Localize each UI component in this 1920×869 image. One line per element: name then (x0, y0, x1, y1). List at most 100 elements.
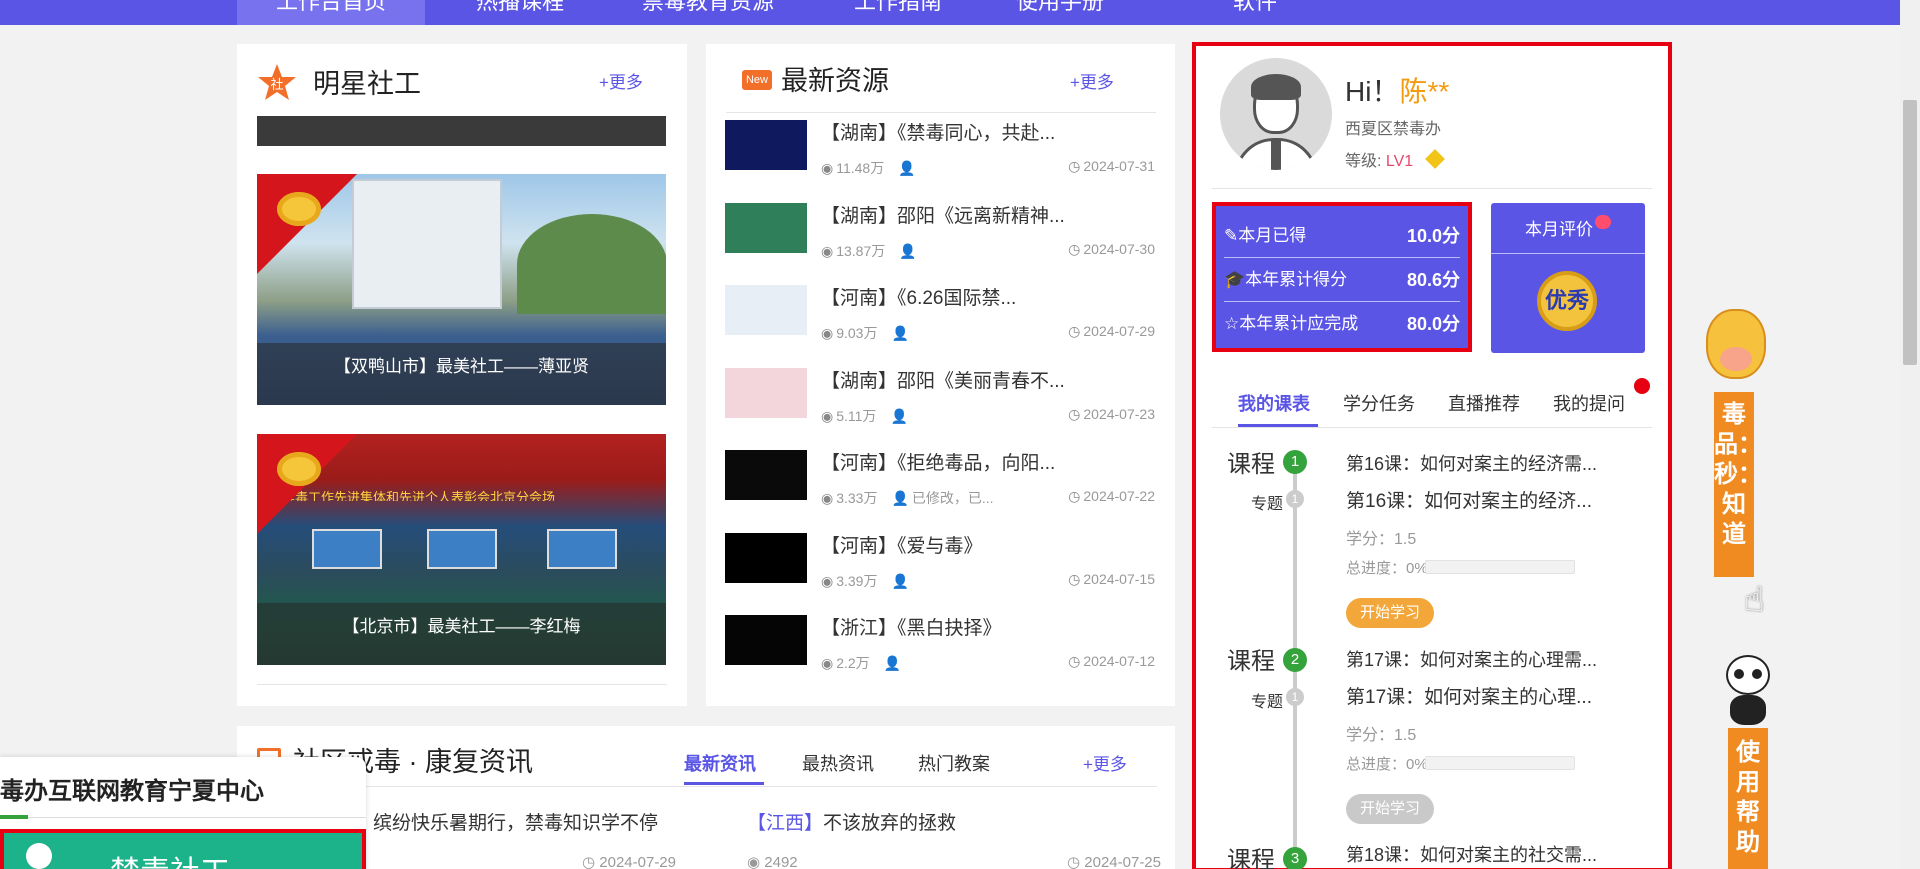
monthly-evaluation-box[interactable]: 本月评价 优秀 (1491, 203, 1645, 353)
resource-title[interactable]: 【湖南】邵阳《美丽青春不... (821, 366, 1065, 393)
resource-thumbnail[interactable] (725, 615, 807, 665)
lesson-title-full[interactable]: 第16课：如何对案主的经济... (1346, 486, 1592, 513)
community-more-link[interactable]: +更多 (1083, 750, 1127, 775)
resource-item[interactable]: 【河南】《拒绝毒品，向阳... ◉ 3.33万 👤 已修改，已... ◷ 2024-07-2… (725, 450, 1185, 532)
user-icon: 👤 (899, 242, 917, 259)
chat-bubble-icon (1595, 215, 1611, 229)
clock-icon: ◷ (1068, 405, 1081, 422)
start-learning-button[interactable]: 开始学习 (1346, 794, 1435, 824)
star-workers-more-link[interactable]: +更多 (599, 68, 643, 93)
resource-thumbnail[interactable] (725, 120, 807, 170)
divider (726, 112, 1156, 113)
resource-thumbnail[interactable] (725, 202, 807, 253)
user-icon: 👤 (891, 490, 909, 506)
resource-thumbnail[interactable] (725, 285, 807, 335)
nav-software[interactable]: 软件 (1215, 0, 1295, 25)
resource-date: ◷ 2024-07-23 (1068, 405, 1155, 422)
user-icon: 👤 (883, 655, 902, 671)
resource-meta: ◉ 3.33万 👤 已修改，已... (821, 490, 994, 506)
course-label: 课程 (1227, 847, 1275, 869)
tab-credit-tasks[interactable]: 学分任务 (1343, 390, 1415, 416)
tab-my-questions[interactable]: 我的提问 (1553, 390, 1625, 416)
clock-icon: ◷ (582, 854, 600, 869)
social-worker-button[interactable]: 禁毒社工 (0, 829, 366, 869)
resource-meta: ◉ 2.2万 👤 (821, 655, 902, 671)
new-badge-icon: New (742, 70, 772, 90)
profile-org: 西夏区禁毒办 (1345, 121, 1442, 138)
nav-home[interactable]: 工作台首页 (237, 0, 425, 25)
user-icon: 👤 (898, 160, 916, 176)
help-banner[interactable]: 使用帮助 (1728, 728, 1768, 869)
graduation-cap-icon: 🎓 (1224, 270, 1246, 289)
tab-hot-lessons[interactable]: 热门教案 (918, 750, 990, 776)
lesson-title[interactable]: 第17课：如何对案主的心理需... (1346, 646, 1597, 672)
clock-icon: ◷ (1068, 488, 1081, 504)
tree-shape (517, 214, 666, 314)
resource-item[interactable]: 【湖南】邵阳《远离新精神... ◉ 13.87万 👤 ◷ 2024-07-30 (725, 201, 1185, 285)
tab-my-schedule[interactable]: 我的课表 (1238, 390, 1310, 416)
photo-partial[interactable] (257, 116, 666, 146)
resource-title[interactable]: 【湖南】《禁毒同心，共赴... (821, 118, 1055, 145)
nav-education-resources[interactable]: 禁毒教育资源 (628, 0, 788, 25)
news-item-views: ◉ 2492 (747, 854, 798, 869)
clock-icon: ◷ (1068, 323, 1081, 339)
lesson-title[interactable]: 第18课：如何对案主的社交需... (1346, 841, 1597, 867)
resource-date: ◷ 2024-07-22 (1068, 488, 1155, 504)
cow-mascot-icon (1702, 295, 1770, 385)
page-scrollbar[interactable] (1900, 0, 1920, 869)
course-number: 2 (1283, 648, 1307, 672)
nav-work-guide[interactable]: 工作指南 (838, 0, 958, 25)
nav-hot-courses[interactable]: 热播课程 (460, 0, 580, 25)
resource-title[interactable]: 【河南】《拒绝毒品，向阳... (821, 448, 1055, 475)
photo-caption: 【北京市】最美社工——李红梅 (257, 603, 666, 665)
resource-thumbnail[interactable] (725, 532, 807, 583)
clock-icon: ◷ (1067, 854, 1085, 869)
resource-meta: ◉ 11.48万 👤 (821, 160, 916, 176)
drug-knowledge-banner[interactable]: 毒品：秒：知道 (1714, 392, 1762, 577)
star-worker-photo[interactable]: 【双鸭山市】最美社工——薄亚贤 (257, 174, 666, 405)
bow-decoration (277, 452, 321, 486)
latest-resources-more-link[interactable]: +更多 (1070, 68, 1114, 93)
tab-latest-news[interactable]: 最新资讯 (684, 750, 756, 776)
eye-icon: ◉ (821, 490, 834, 506)
resource-item[interactable]: 【河南】《6.26国际禁... ◉ 9.03万 👤 ◷ 2024-07-29 (725, 285, 1185, 367)
resource-date: ◷ 2024-07-31 (1068, 158, 1155, 174)
stat-row: ☆本年累计应完成 80.0分 (1224, 314, 1460, 334)
resource-meta: ◉ 5.11万 👤 (821, 407, 908, 424)
tab-underline (684, 782, 764, 785)
resource-title[interactable]: 【湖南】邵阳《远离新精神... (821, 201, 1065, 228)
resource-item[interactable]: 【浙江】《黑白抉择》 ◉ 2.2万 👤 ◷ 2024-07-12 (725, 615, 1185, 697)
clock-icon: ◷ (1068, 570, 1081, 587)
resource-item[interactable]: 【河南】《爱与毒》 ◉ 3.39万 👤 ◷ 2024-07-15 (725, 531, 1185, 615)
nav-manual[interactable]: 使用手册 (1000, 0, 1120, 25)
latest-resources-title: 最新资源 (781, 66, 889, 96)
tab-live-recommend[interactable]: 直播推荐 (1448, 390, 1520, 416)
news-item-title[interactable]: 【江西】不该放弃的拯救 (747, 808, 956, 835)
clock-icon: ◷ (1068, 158, 1081, 174)
lesson-title[interactable]: 第16课：如何对案主的经济需... (1346, 450, 1597, 476)
resource-title[interactable]: 【河南】《爱与毒》 (821, 531, 983, 558)
progress-label: 总进度：0% (1346, 560, 1428, 577)
news-item-date: ◷ 2024-07-25 (1067, 854, 1161, 869)
start-learning-button[interactable]: 开始学习 (1346, 598, 1435, 628)
excellent-medal-icon: 优秀 (1537, 271, 1597, 331)
resource-title[interactable]: 【浙江】《黑白抉择》 (821, 613, 1002, 640)
resource-meta: ◉ 13.87万 👤 (821, 242, 917, 259)
resource-item[interactable]: 【湖南】《禁毒同心，共赴... ◉ 11.48万 👤 ◷ 2024-07-31 (725, 120, 1185, 202)
star-worker-photo[interactable]: 禁毒工作先进集体和先进个人表彰会北京分会场 【北京市】最美社工——李红梅 (257, 434, 666, 665)
resource-date: ◷ 2024-07-12 (1068, 653, 1155, 669)
user-icon: 👤 (890, 407, 908, 424)
resource-thumbnail[interactable] (725, 450, 807, 500)
tab-hot-news[interactable]: 最热资讯 (802, 750, 874, 776)
progress-bar (1425, 756, 1575, 770)
lesson-title-full[interactable]: 第17课：如何对案主的心理... (1346, 682, 1592, 709)
eye-icon: ◉ (821, 572, 834, 589)
avatar[interactable] (1220, 58, 1332, 170)
resource-thumbnail[interactable] (725, 367, 807, 418)
resource-item[interactable]: 【湖南】邵阳《美丽青春不... ◉ 5.11万 👤 ◷ 2024-07-23 (725, 366, 1185, 450)
community-card: 社区戒毒 · 康复资讯 最新资讯 最热资讯 热门教案 +更多 缤纷快乐暑期行，禁… (237, 726, 1175, 869)
news-item-title[interactable]: 缤纷快乐暑期行，禁毒知识学不停 (373, 808, 658, 835)
scrollbar-thumb[interactable] (1903, 100, 1917, 365)
resource-title[interactable]: 【河南】《6.26国际禁... (821, 283, 1016, 310)
resource-meta: ◉ 9.03万 👤 (821, 325, 909, 341)
